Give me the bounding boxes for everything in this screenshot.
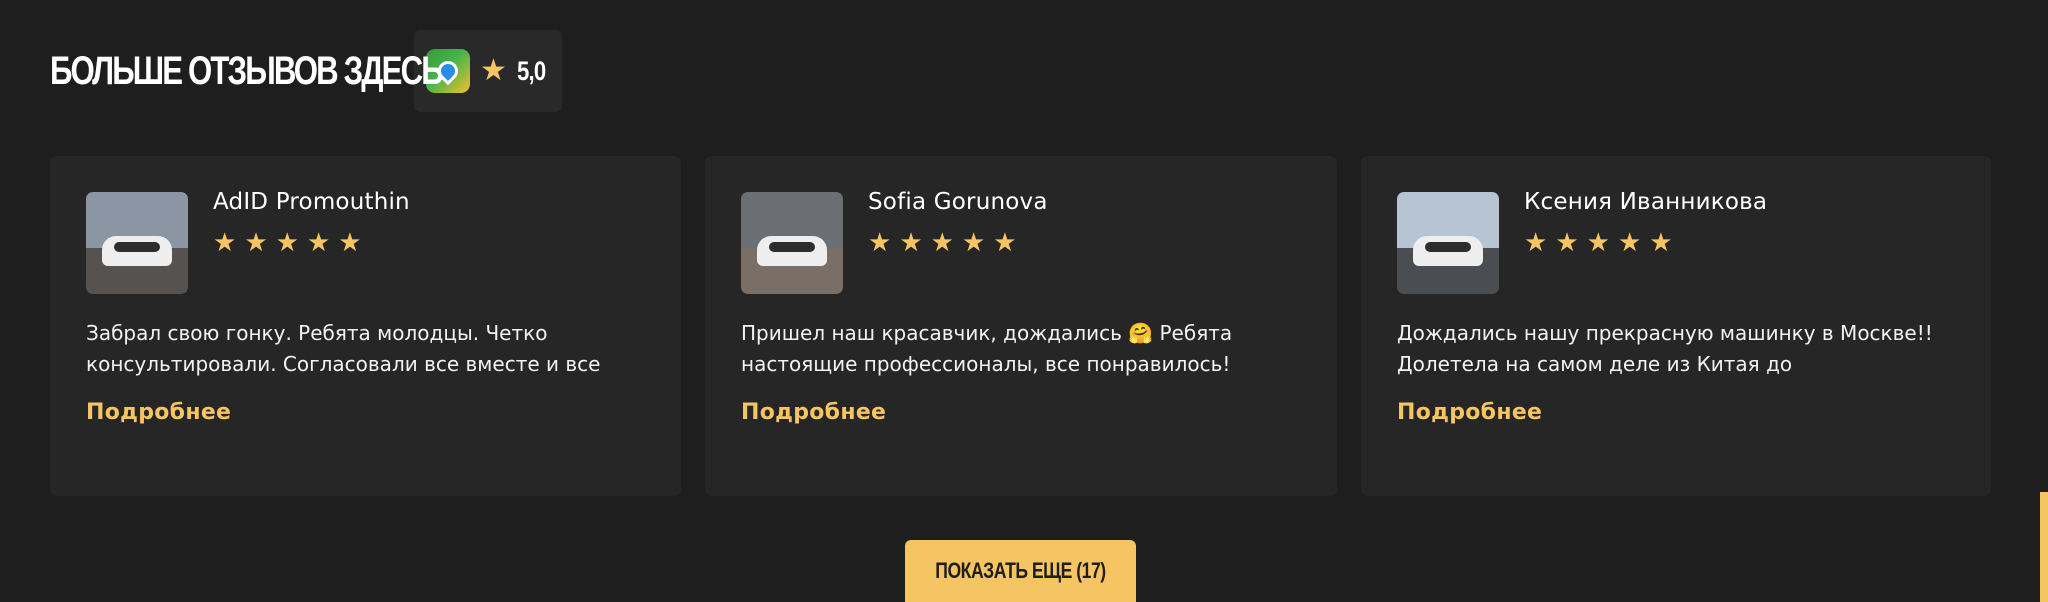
star-icon: ★ (338, 228, 362, 258)
reviewer-avatar (86, 192, 188, 294)
show-more-label: ПОКАЗАТЬ ЕЩЕ (17) (935, 558, 1106, 583)
review-text: Забрал свою гонку. Ребята молодцы. Четко… (86, 321, 601, 376)
show-more-button[interactable]: ПОКАЗАТЬ ЕЩЕ (17) (905, 540, 1136, 602)
reviewer-name: AdID Promouthin (213, 189, 410, 215)
star-icon: ★ (899, 228, 923, 258)
reviews-header: БОЛЬШЕ ОТЗЫВОВ ЗДЕСЬ ★ 5,0 (50, 30, 562, 112)
star-icon: ★ (993, 228, 1017, 258)
reviewer-name: Sofia Gorunova (868, 189, 1048, 215)
star-icon: ★ (480, 53, 507, 88)
review-card: Sofia Gorunova ★ ★ ★ ★ ★ Пришел наш красавчи… (705, 156, 1337, 496)
rating-stars: ★ ★ ★ ★ ★ (868, 230, 1017, 256)
star-icon: ★ (868, 228, 892, 258)
star-icon: ★ (244, 228, 268, 258)
review-text: Дождались нашу прекрасную машинку в Моск… (1397, 321, 1933, 376)
star-icon: ★ (1617, 228, 1642, 258)
review-cards: AdID Promouthin ★ ★ ★ ★ ★ Забрал свою гонку.… (50, 156, 1991, 496)
rating-score: 5,0 (516, 55, 546, 86)
review-text: Пришел наш красавчик, дождались 🤗 Ребята… (741, 321, 1233, 376)
scrollbar-thumb[interactable] (2040, 492, 2048, 602)
section-title: БОЛЬШЕ ОТЗЫВОВ ЗДЕСЬ (50, 48, 444, 93)
star-icon: ★ (306, 228, 331, 258)
read-more-link[interactable]: Подробнее (1397, 400, 1542, 425)
read-more-link[interactable]: Подробнее (741, 400, 886, 425)
scrollbar[interactable] (2040, 0, 2048, 602)
star-icon: ★ (1524, 228, 1548, 258)
review-card: Ксения Иванникова ★ ★ ★ ★ ★ Дождались нашу п… (1361, 156, 1991, 496)
star-icon: ★ (1586, 228, 1610, 258)
reviewer-avatar (741, 192, 843, 294)
read-more-link[interactable]: Подробнее (86, 400, 231, 425)
star-icon: ★ (275, 228, 299, 258)
reviewer-name: Ксения Иванникова (1524, 189, 1768, 215)
reviewer-avatar (1397, 192, 1499, 294)
rating-stars: ★ ★ ★ ★ ★ (1524, 230, 1673, 256)
star-icon: ★ (1555, 228, 1579, 258)
review-card: AdID Promouthin ★ ★ ★ ★ ★ Забрал свою гонку.… (50, 156, 681, 496)
star-icon: ★ (213, 228, 237, 258)
star-icon: ★ (1649, 228, 1673, 258)
rating-stars: ★ ★ ★ ★ ★ (213, 230, 362, 256)
star-icon: ★ (961, 228, 986, 258)
star-icon: ★ (930, 228, 954, 258)
